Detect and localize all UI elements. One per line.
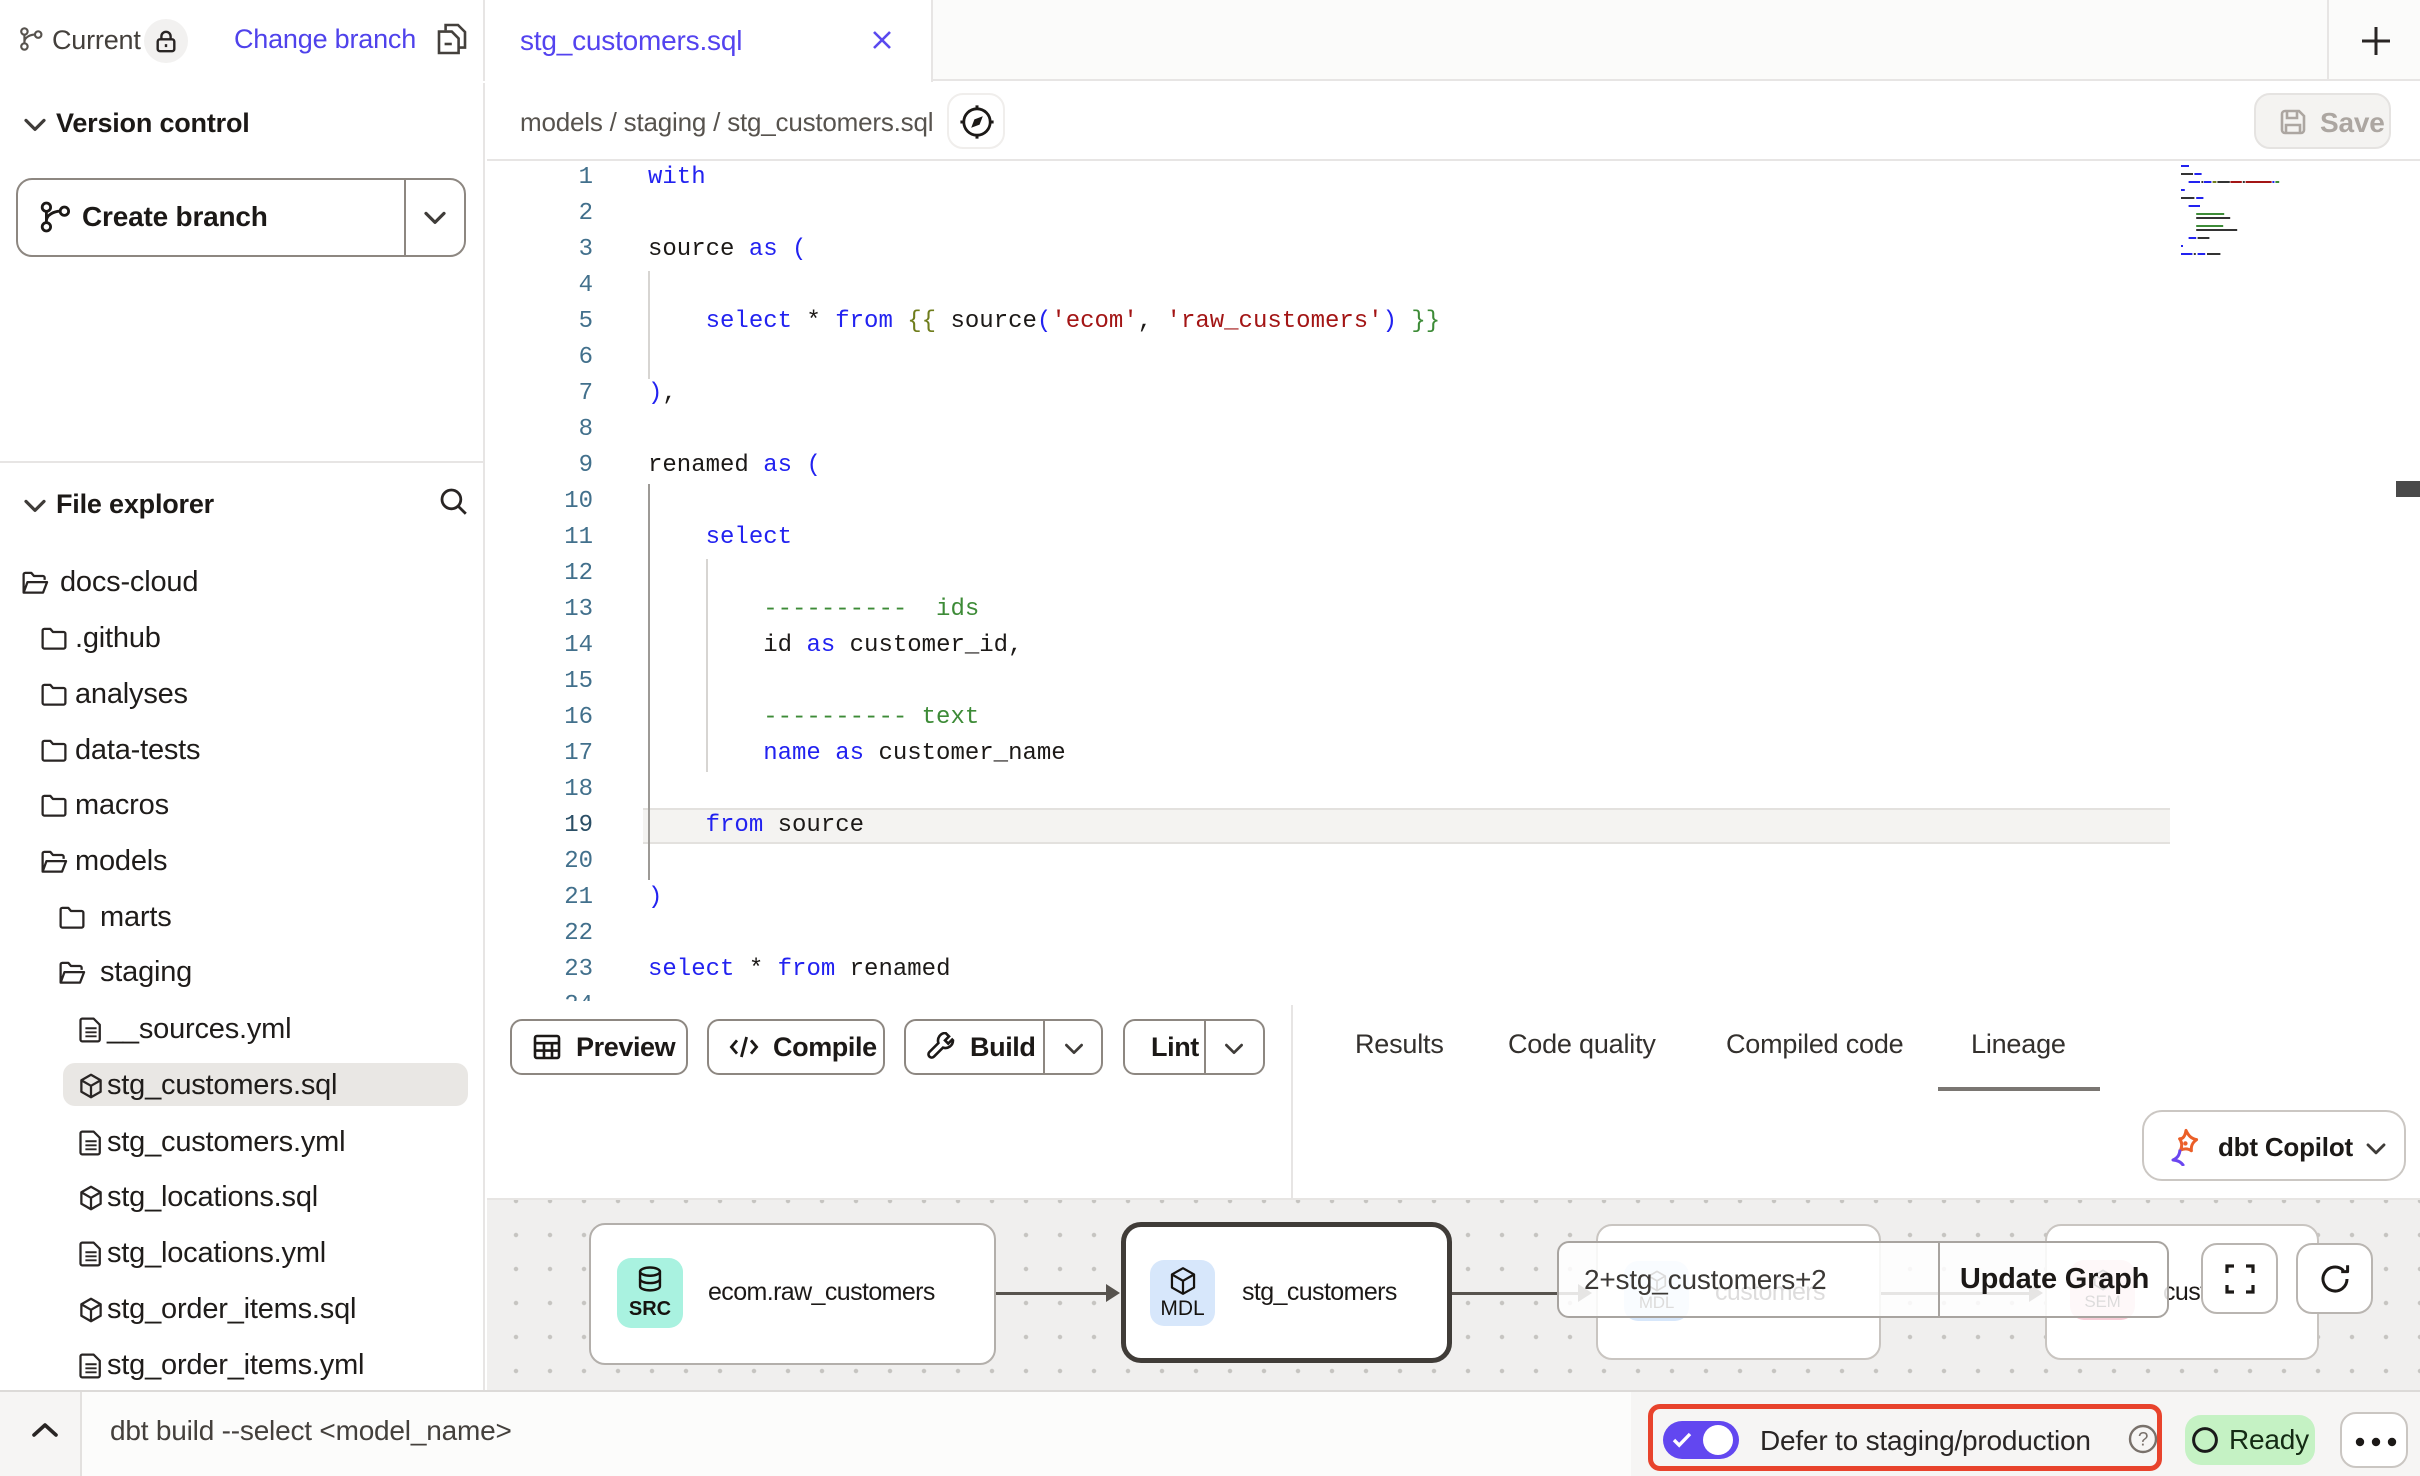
svg-text:?: ? [2138,1430,2148,1451]
